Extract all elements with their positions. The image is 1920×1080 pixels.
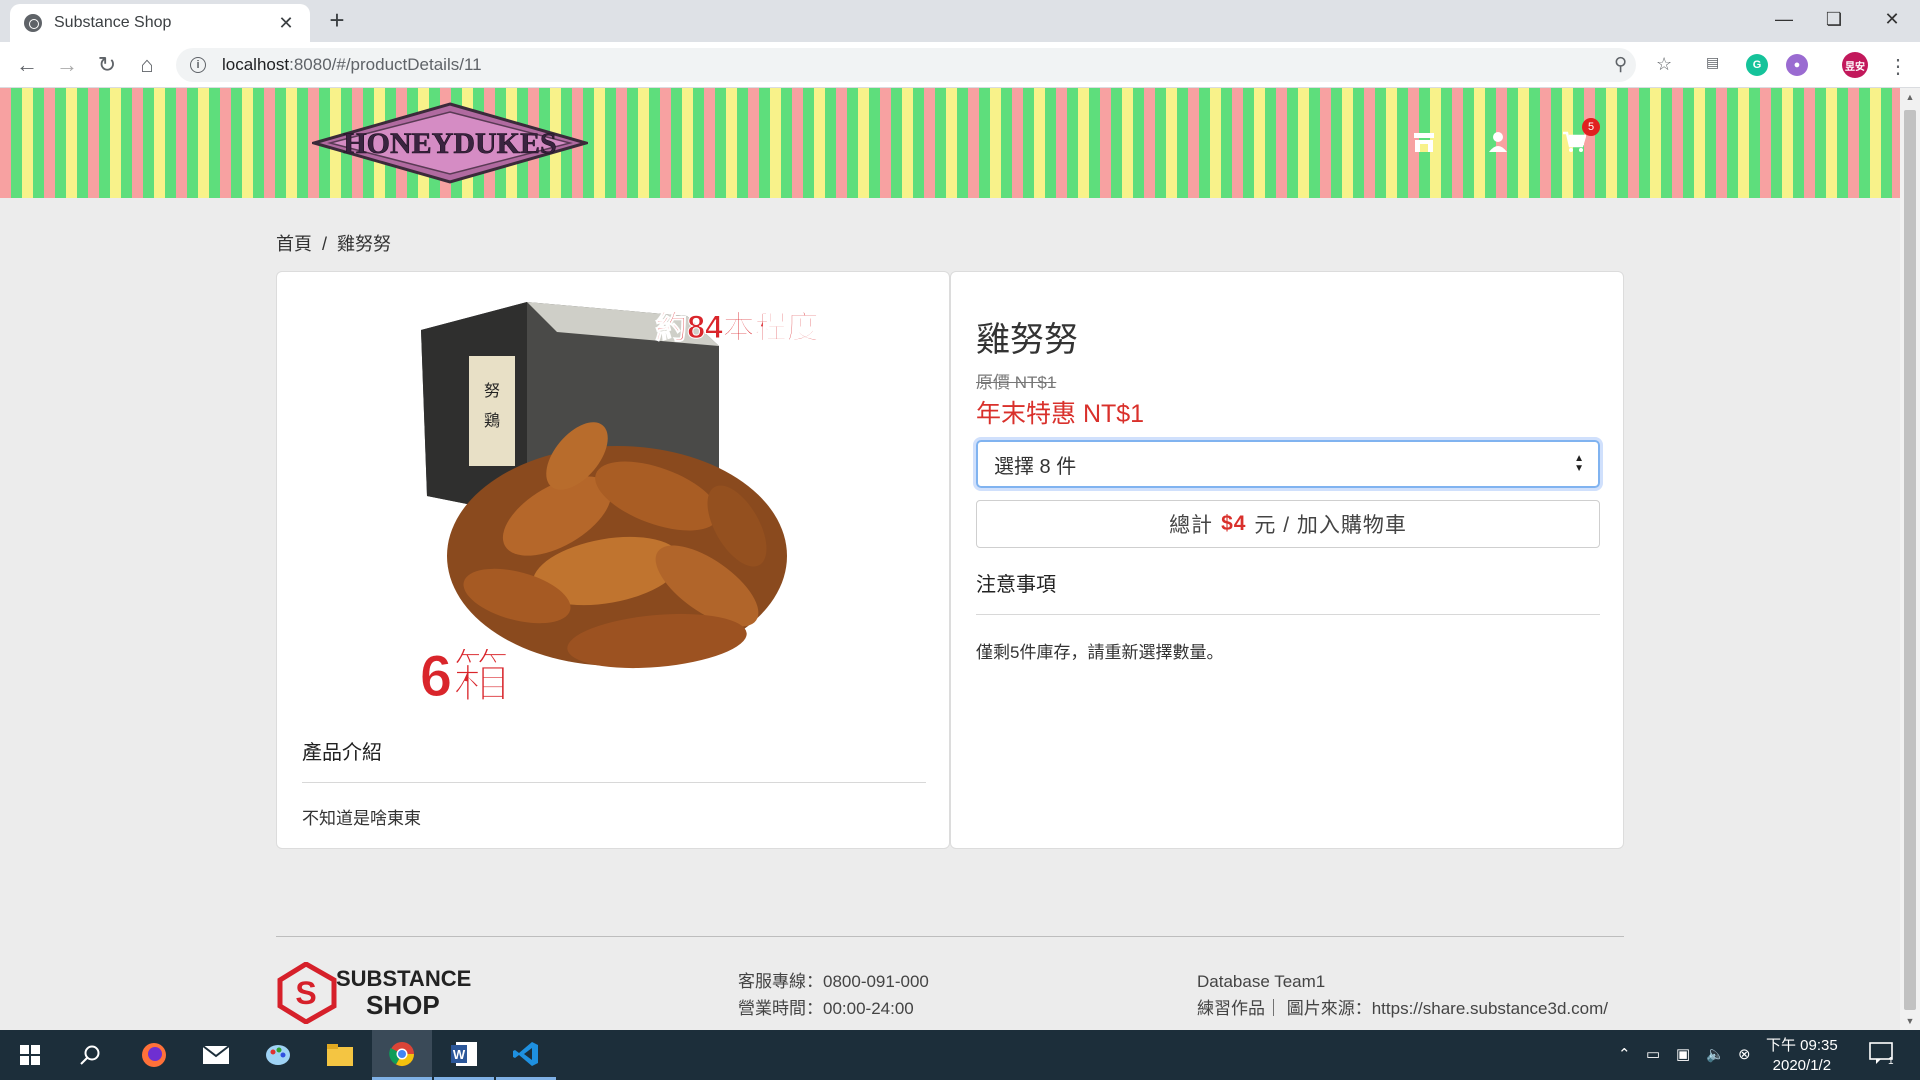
taskbar-clock[interactable]: 下午 09:35 2020/1/2 <box>1766 1036 1838 1076</box>
bookmark-star-icon[interactable]: ☆ <box>1656 54 1672 75</box>
footer-credits: Database Team1 練習作品｜ 圖片來源：https://share.… <box>1197 968 1608 1022</box>
minimize-button[interactable]: — <box>1756 0 1812 38</box>
svg-text:W: W <box>453 1047 466 1062</box>
total-suffix: 元 / 加入購物車 <box>1254 514 1407 537</box>
screen: Substance Shop ✕ + — ❏ ✕ ← → ↻ ⌂ i local… <box>0 0 1920 1080</box>
browser-toolbar: ← → ↻ ⌂ i localhost:8080/#/productDetail… <box>0 42 1920 88</box>
scrollbar-thumb[interactable] <box>1904 110 1916 1010</box>
substance-logo-icon: S <box>277 962 337 1024</box>
new-tab-button[interactable]: + <box>322 5 352 36</box>
breadcrumb-home-link[interactable]: 首頁 <box>276 234 312 254</box>
scroll-down-icon[interactable]: ▼ <box>1900 1012 1920 1030</box>
footer-logo-line1: SUBSTANCE <box>336 966 472 991</box>
menu-icon[interactable]: ⋮ <box>1888 54 1908 79</box>
restore-button[interactable]: ❏ <box>1806 0 1862 38</box>
address-bar[interactable]: i localhost:8080/#/productDetails/11 <box>176 48 1636 82</box>
product-name: 雞努努 <box>976 321 1078 359</box>
store-icon[interactable] <box>1410 128 1438 156</box>
firefox-icon[interactable] <box>124 1030 184 1080</box>
globe-icon <box>24 14 42 32</box>
notes-divider <box>976 614 1600 615</box>
image-caption-bottom: 6箱 <box>420 644 510 708</box>
volume-icon[interactable]: 🔈 <box>1706 1045 1725 1063</box>
word-icon[interactable]: W <box>434 1030 494 1080</box>
forward-icon[interactable]: → <box>52 50 82 80</box>
home-icon[interactable]: ⌂ <box>132 50 162 80</box>
vscode-icon[interactable] <box>496 1030 556 1080</box>
profile-avatar[interactable]: 昱安 <box>1842 52 1868 78</box>
reload-icon[interactable]: ↻ <box>92 50 122 80</box>
intro-text: 不知道是啥東東 <box>302 809 421 828</box>
clock-time: 下午 09:35 <box>1766 1037 1838 1054</box>
intro-divider <box>302 782 926 783</box>
logo-text: HONEYDUKES <box>343 127 556 160</box>
battery-icon[interactable]: ▭ <box>1646 1045 1660 1063</box>
product-detail-card: 雞努努 原價 NT$1 年末特惠 NT$1 選擇 8 件 ▲ ▼ 總計 $4 元 / … <box>950 271 1624 849</box>
honeydukes-logo[interactable]: HONEYDUKES <box>312 102 588 184</box>
user-icon[interactable] <box>1484 128 1512 156</box>
tab-title: Substance Shop <box>54 14 172 31</box>
product-image-card: 努 鶏 約84本程度 6箱 產品介紹 不知道是啥東東 <box>276 271 950 849</box>
original-price: 原價 NT$1 <box>976 373 1057 392</box>
quantity-select-value: 選擇 8 件 <box>994 455 1077 478</box>
windows-taskbar: W ⌃ ▭ ▣ 🔈 ⊗ 下午 09:35 2020/1/2 1 <box>0 1030 1920 1080</box>
back-icon[interactable]: ← <box>12 50 42 80</box>
url-text: localhost:8080/#/productDetails/11 <box>222 55 482 74</box>
site-info-icon[interactable]: i <box>190 57 206 73</box>
footer-divider <box>276 936 1624 937</box>
mail-icon[interactable] <box>186 1030 246 1080</box>
close-tab-icon[interactable]: ✕ <box>276 13 296 34</box>
notes-text: 僅剩5件庫存，請重新選擇數量。 <box>976 643 1224 662</box>
add-to-cart-button[interactable]: 總計 $4 元 / 加入購物車 <box>976 500 1600 548</box>
footer-team: Database Team1 <box>1197 972 1326 991</box>
grammarly-icon[interactable]: G <box>1746 54 1768 76</box>
scroll-up-icon[interactable]: ▲ <box>1900 88 1920 106</box>
svg-text:鶏: 鶏 <box>484 411 500 430</box>
network-icon[interactable]: ▣ <box>1676 1045 1690 1063</box>
footer-hours: 營業時間：00:00-24:00 <box>738 999 914 1018</box>
file-explorer-icon[interactable] <box>310 1030 370 1080</box>
extension-icon[interactable]: ▤ <box>1706 54 1719 71</box>
cart-count-badge: 5 <box>1582 118 1600 136</box>
clock-date: 2020/1/2 <box>1772 1057 1832 1074</box>
browser-tab[interactable]: Substance Shop ✕ <box>10 4 310 42</box>
window-close-button[interactable]: ✕ <box>1864 0 1920 38</box>
quantity-select[interactable]: 選擇 8 件 ▲ ▼ <box>976 440 1600 488</box>
footer-logo-text: SUBSTANCE SHOP <box>336 966 471 1018</box>
breadcrumb: 首頁 / 雞努努 <box>276 230 391 256</box>
extension-eye-icon[interactable]: ● <box>1786 54 1808 76</box>
notification-count: 1 <box>1888 1056 1894 1066</box>
breadcrumb-current: 雞努努 <box>337 234 392 254</box>
image-caption-top: 約84本程度 <box>655 309 819 345</box>
chrome-taskbar-icon[interactable] <box>372 1030 432 1080</box>
svg-text:努: 努 <box>484 381 500 400</box>
svg-text:S: S <box>295 975 316 1011</box>
paint-icon[interactable] <box>248 1030 308 1080</box>
footer-contact: 客服專線：0800-091-000 營業時間：00:00-24:00 <box>738 968 929 1022</box>
breadcrumb-separator: / <box>322 234 328 254</box>
page-scrollbar[interactable]: ▲ ▼ <box>1900 88 1920 1030</box>
footer-phone: 客服專線：0800-091-000 <box>738 972 929 991</box>
select-caret-icon: ▲ ▼ <box>1574 453 1584 474</box>
intro-title: 產品介紹 <box>302 742 382 764</box>
site-header: HONEYDUKES <box>0 88 1900 198</box>
total-prefix: 總計 <box>1169 514 1214 537</box>
footer-source[interactable]: 練習作品｜ 圖片來源：https://share.substance3d.com… <box>1197 995 1608 1022</box>
footer-logo-line2: SHOP <box>366 990 440 1020</box>
input-method-icon[interactable]: ⊗ <box>1738 1045 1751 1063</box>
windows-start-icon[interactable] <box>0 1030 60 1080</box>
key-icon[interactable]: ⚲ <box>1614 54 1627 75</box>
total-amount: $4 <box>1221 512 1247 535</box>
tray-chevron-icon[interactable]: ⌃ <box>1618 1045 1631 1063</box>
notification-center-icon[interactable]: 1 <box>1868 1040 1894 1070</box>
notes-title: 注意事項 <box>976 574 1056 596</box>
search-icon[interactable] <box>60 1030 120 1080</box>
sale-price: 年末特惠 NT$1 <box>976 400 1145 428</box>
product-image: 努 鶏 約84本程度 6箱 <box>407 296 821 708</box>
browser-tabstrip: Substance Shop ✕ + — ❏ ✕ <box>0 0 1920 42</box>
